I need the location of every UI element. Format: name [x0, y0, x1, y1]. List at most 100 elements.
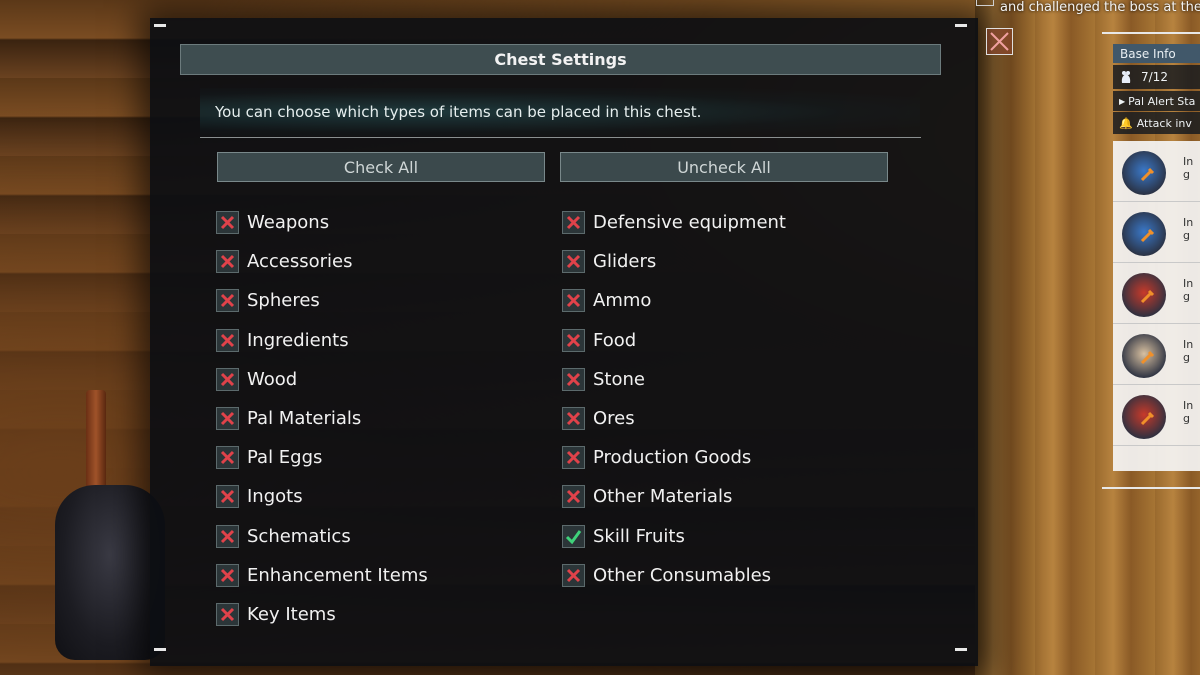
checkbox-unchecked[interactable]	[216, 446, 239, 470]
filter-item-label: Stone	[593, 368, 645, 390]
checkbox-unchecked[interactable]	[562, 328, 585, 352]
checkbox-unchecked[interactable]	[216, 250, 239, 274]
x-icon	[220, 333, 235, 347]
checkbox-unchecked[interactable]	[216, 328, 239, 352]
checkbox-unchecked[interactable]	[216, 289, 239, 313]
corner-mark	[955, 24, 967, 27]
pal-entry[interactable]: In g	[1113, 385, 1200, 446]
filter-item[interactable]: Ingredients	[216, 321, 428, 360]
pal-entry[interactable]: In g	[1113, 202, 1200, 263]
x-icon	[566, 568, 581, 582]
x-icon	[220, 255, 235, 269]
check-all-button[interactable]: Check All	[217, 152, 545, 182]
uncheck-all-button[interactable]: Uncheck All	[560, 152, 888, 182]
checkbox-checked[interactable]	[562, 524, 585, 548]
filter-item-label: Pal Materials	[247, 408, 362, 430]
filter-item-label: Schematics	[247, 525, 351, 547]
x-icon	[220, 216, 235, 230]
triangle-right-icon: ▶	[1119, 96, 1126, 106]
filter-item[interactable]: Other Materials	[562, 477, 786, 516]
work-badge-icon	[1139, 228, 1155, 244]
filter-item[interactable]: Production Goods	[562, 438, 786, 477]
hud-divider	[1102, 32, 1200, 34]
filter-item[interactable]: Accessories	[216, 242, 428, 281]
filter-item[interactable]: Ores	[562, 399, 786, 438]
work-badge-icon	[1139, 350, 1155, 366]
x-icon	[220, 372, 235, 386]
pal-count-row: 7/12	[1113, 65, 1200, 89]
x-icon	[566, 490, 581, 504]
checkbox-unchecked[interactable]	[216, 602, 239, 626]
filter-item[interactable]: Key Items	[216, 595, 428, 634]
corner-mark	[154, 648, 166, 651]
x-icon	[220, 451, 235, 465]
x-icon	[220, 529, 235, 543]
filter-item[interactable]: Pal Eggs	[216, 438, 428, 477]
filter-item[interactable]: Stone	[562, 360, 786, 399]
filter-item-label: Other Consumables	[593, 564, 772, 586]
filter-item[interactable]: Pal Materials	[216, 399, 428, 438]
x-icon	[566, 255, 581, 269]
filter-item[interactable]: Schematics	[216, 517, 428, 556]
checkbox-unchecked[interactable]	[562, 211, 585, 235]
filter-item[interactable]: Weapons	[216, 203, 428, 242]
filter-item[interactable]: Skill Fruits	[562, 517, 786, 556]
corner-mark	[955, 648, 967, 651]
checkbox-unchecked[interactable]	[216, 367, 239, 391]
x-icon	[566, 451, 581, 465]
filter-item-label: Accessories	[247, 251, 353, 273]
chest-settings-dialog: Chest Settings You can choose which type…	[150, 18, 978, 666]
quest-checkbox	[976, 0, 994, 6]
checkbox-unchecked[interactable]	[562, 250, 585, 274]
checkbox-unchecked[interactable]	[562, 367, 585, 391]
subtitle-text: You can choose which types of items can …	[215, 103, 702, 121]
filter-item-label: Production Goods	[593, 447, 752, 469]
pal-status: In g	[1183, 399, 1194, 425]
checkbox-unchecked[interactable]	[562, 563, 585, 587]
checkbox-unchecked[interactable]	[216, 407, 239, 431]
filter-item[interactable]: Ammo	[562, 281, 786, 320]
work-badge-icon	[1139, 289, 1155, 305]
checkbox-unchecked[interactable]	[562, 485, 585, 509]
checkbox-unchecked[interactable]	[562, 407, 585, 431]
filter-item[interactable]: Food	[562, 321, 786, 360]
pal-list: In g In g In g In g In g	[1113, 141, 1200, 471]
bell-icon: 🔔	[1119, 116, 1133, 130]
pal-entry[interactable]: In g	[1113, 263, 1200, 324]
work-badge-icon	[1139, 167, 1155, 183]
pal-entry[interactable]: In g	[1113, 141, 1200, 202]
filter-item[interactable]: Spheres	[216, 281, 428, 320]
pal-status: In g	[1183, 277, 1194, 303]
pal-status: In g	[1183, 338, 1194, 364]
filter-item[interactable]: Other Consumables	[562, 556, 786, 595]
filter-item[interactable]: Gliders	[562, 242, 786, 281]
x-icon	[220, 607, 235, 622]
filter-item[interactable]: Wood	[216, 360, 428, 399]
checkbox-unchecked[interactable]	[216, 524, 239, 548]
x-icon	[990, 32, 1009, 51]
pal-entry[interactable]: In g	[1113, 324, 1200, 385]
hud-divider	[1102, 487, 1200, 489]
checkbox-unchecked[interactable]	[562, 289, 585, 313]
right-item-column: Defensive equipment Gliders Ammo Food Stone O…	[562, 203, 786, 595]
close-icon[interactable]	[986, 28, 1013, 55]
filter-item[interactable]: Ingots	[216, 477, 428, 516]
filter-item[interactable]: Defensive equipment	[562, 203, 786, 242]
filter-item-label: Weapons	[247, 212, 330, 234]
filter-item-label: Spheres	[247, 290, 320, 312]
checkbox-unchecked[interactable]	[562, 446, 585, 470]
corner-mark	[154, 24, 166, 27]
x-icon	[220, 490, 235, 504]
x-icon	[566, 216, 581, 230]
checkbox-unchecked[interactable]	[216, 485, 239, 509]
pal-icon	[1121, 71, 1131, 83]
filter-item-label: Food	[593, 329, 637, 351]
filter-item[interactable]: Enhancement Items	[216, 556, 428, 595]
quest-text: and challenged the boss at the	[1000, 0, 1200, 15]
checkbox-unchecked[interactable]	[216, 211, 239, 235]
x-icon	[220, 411, 235, 426]
attack-label: Attack inv	[1136, 116, 1192, 130]
pal-alert-row[interactable]: ▶ Pal Alert Sta	[1113, 91, 1200, 111]
checkbox-unchecked[interactable]	[216, 563, 239, 587]
x-icon	[566, 294, 581, 308]
